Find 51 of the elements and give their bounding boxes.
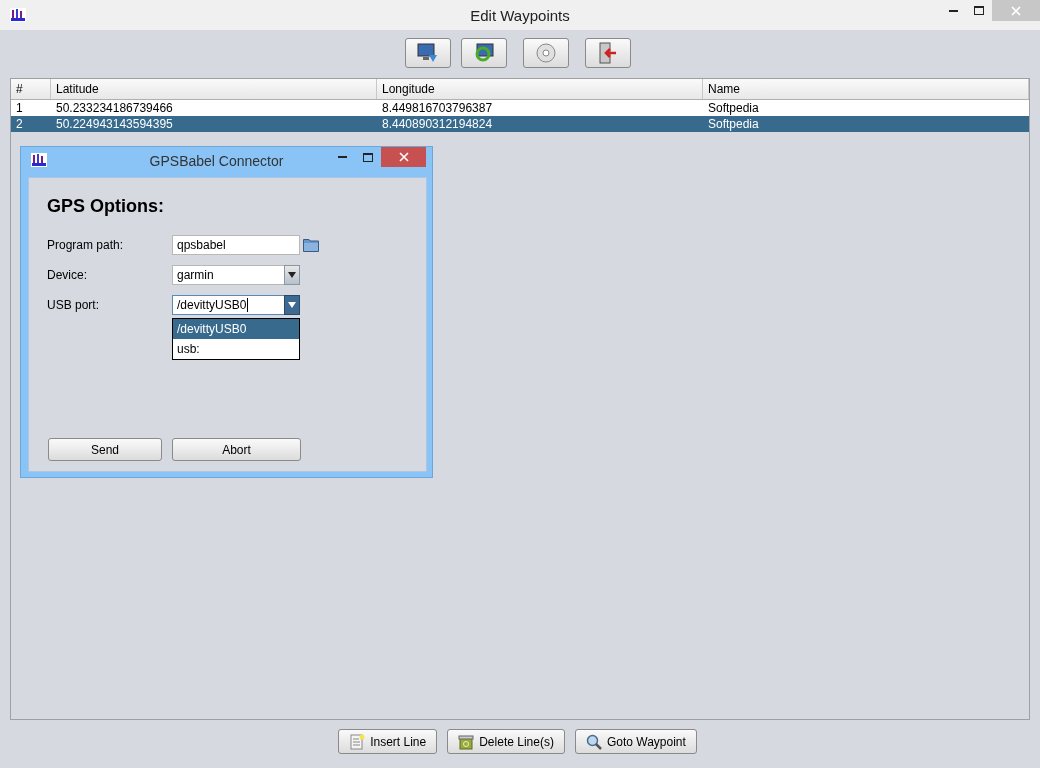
table-cell-text: 1 [15, 100, 24, 116]
close-icon [1011, 5, 1021, 16]
minimize-icon [337, 156, 347, 158]
table-row[interactable]: 1 50.233234186739466 8.449816703796387 Softpedia [11, 100, 1029, 116]
table-cell-text: 8.440890312194824 [381, 116, 494, 132]
column-header[interactable]: Longitude [377, 79, 703, 99]
minimize-icon [948, 9, 958, 12]
close-icon [398, 152, 409, 162]
dialog-button[interactable]: Send [48, 438, 162, 461]
path-field[interactable]: qpsbabel [172, 235, 300, 255]
disc-icon [535, 43, 556, 63]
monitor-refresh-button[interactable] [460, 38, 507, 68]
section-heading: GPS Options: [47, 196, 164, 217]
app-icon [31, 153, 47, 167]
table-cell-text: Softpedia [707, 100, 760, 116]
maximize-icon [363, 152, 373, 162]
insert-button[interactable]: Insert Line [338, 729, 438, 754]
column-header[interactable]: # [11, 79, 51, 99]
column-header[interactable]: Name [703, 79, 1029, 99]
table-cell-text: 50.224943143594395 [55, 116, 174, 132]
dropdown-field[interactable]: /devittyUSB0 [172, 295, 300, 315]
folder-icon [303, 238, 319, 252]
disc-button[interactable] [522, 38, 569, 68]
document-icon [349, 733, 366, 750]
monitor-arrow-button[interactable] [404, 38, 451, 68]
field-label: Program path: [47, 238, 124, 252]
monitor-arrow-icon [416, 43, 439, 63]
table-cell-text: 50.233234186739466 [55, 100, 174, 116]
table-row[interactable]: 2 50.224943143594395 8.440890312194824 Softpedia [11, 116, 1029, 132]
exit-door-button[interactable] [584, 38, 631, 68]
table-cell-text: 8.449816703796387 [381, 100, 494, 116]
table-cell-text: 2 [15, 116, 24, 132]
trash-bin-icon [458, 733, 475, 750]
maximize-icon [974, 6, 984, 15]
dropdown-field[interactable]: garmin [172, 265, 300, 285]
dropdown-option[interactable]: /devittyUSB0 [173, 319, 299, 339]
magnifier-icon [585, 733, 602, 750]
dialog-button[interactable]: Abort [172, 438, 301, 461]
exit-door-icon [596, 42, 619, 64]
delete-button[interactable]: Delete Line(s) [447, 729, 565, 754]
table-cell-text: Softpedia [707, 116, 760, 132]
column-header[interactable]: Latitude [51, 79, 377, 99]
dropdown-arrow-icon [288, 302, 296, 308]
field-label: USB port: [47, 298, 100, 312]
dialog-title: GPSBabel Connector [149, 153, 284, 169]
app-icon [10, 8, 26, 22]
dropdown-arrow-icon [288, 272, 296, 278]
goto-button[interactable]: Goto Waypoint [574, 729, 697, 754]
dropdown-option[interactable]: usb: [173, 339, 299, 359]
field-label: Device: [47, 268, 87, 282]
window-title: Edit Waypoints [470, 6, 570, 24]
